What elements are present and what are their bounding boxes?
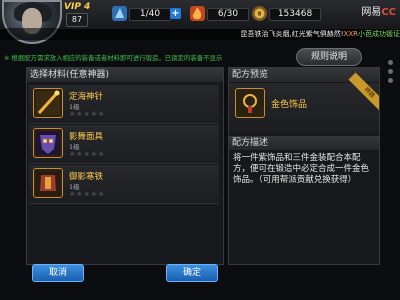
material-item[interactable]: 影舞面具 1级 ★★★★★ [29, 125, 219, 164]
mask-icon [33, 128, 63, 158]
coins-resource: 153468 [252, 6, 348, 22]
forge-hint: ※ 根据配方需求放入相应的装备或者材料即可进行锻造，已锁定的装备不显示 [4, 54, 223, 62]
energy-icon [112, 6, 127, 21]
ticker-player: XXR [343, 30, 358, 38]
vip-label[interactable]: VIP 4 [64, 2, 90, 12]
material-item[interactable]: 定海神针 1级 ★★★★★ [29, 85, 219, 124]
add-energy-button[interactable]: + [170, 8, 181, 19]
preview-item-name: 金色饰品 [271, 100, 308, 110]
fire-icon [190, 6, 205, 21]
stamina-resource: 6/30 [190, 6, 260, 22]
energy-value: 1/40 [129, 8, 171, 21]
material-select-panel: 选择材料(任意神器) 定海神针 1级 ★★★★★ 影舞面具 1级 ★★★★★ 御… [26, 67, 224, 265]
cancel-button[interactable]: 取消 [32, 264, 84, 282]
brand-watermark: 网易CC [361, 7, 396, 18]
more-menu-icon[interactable] [388, 60, 396, 87]
recipe-description: 将一件紫饰品和三件金装配合本配方，便可在锻造中必定合成一件金色饰品。（可用帮派贡… [233, 153, 370, 185]
rules-button[interactable]: 规则说明 [296, 48, 362, 66]
armor-icon [33, 168, 63, 198]
staff-icon [33, 88, 63, 118]
player-level: 87 [66, 13, 88, 27]
energy-resource: 1/40 + [112, 6, 182, 22]
recipe-panel: 配方预览 金色饰品 神器 配方描述 将一件紫饰品和三件金装配合本配方，便可在锻造… [228, 67, 380, 265]
confirm-button[interactable]: 确定 [166, 264, 218, 282]
star-rating: ★★★★★ [69, 150, 106, 158]
preview-item-box[interactable]: 金色饰品 [229, 83, 379, 133]
star-rating: ★★★★★ [69, 110, 106, 118]
coins-value: 153468 [269, 8, 321, 21]
coin-icon [252, 6, 267, 21]
description-title: 配方描述 [229, 136, 379, 150]
material-panel-title: 选择材料(任意神器) [27, 68, 223, 82]
stamina-value: 6/30 [207, 8, 249, 21]
material-item[interactable]: 御影寒铁 1级 ★★★★★ [29, 165, 219, 204]
accessory-icon [235, 88, 265, 118]
news-ticker: 昆吾铁治飞炎烟,红光紫气俱赫然!XXR小芭成功锻证 [0, 28, 400, 40]
star-rating: ★★★★★ [69, 190, 106, 198]
